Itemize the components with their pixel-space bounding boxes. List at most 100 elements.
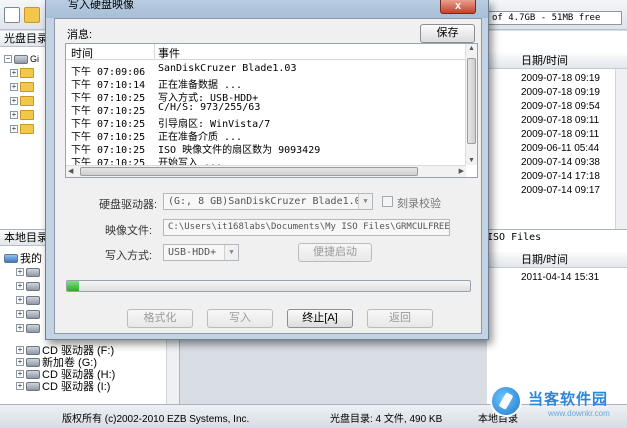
watermark-logo-icon — [490, 385, 522, 417]
drive-label: 硬盘驱动器: — [99, 199, 158, 211]
cd-drive-icon — [26, 369, 40, 379]
copyright-text: 版权所有 (c)2002-2010 EZB Systems, Inc. — [62, 414, 250, 425]
column-divider[interactable] — [154, 44, 155, 60]
tree-folder-row[interactable]: + — [10, 81, 34, 93]
tree-drive-row[interactable]: + — [16, 294, 40, 306]
collapse-icon[interactable]: − — [4, 55, 12, 63]
tree-folder-row[interactable]: + — [10, 95, 34, 107]
quick-boot-button[interactable]: 便捷启动 — [298, 243, 372, 262]
expand-icon[interactable]: + — [10, 111, 18, 119]
drive-select[interactable]: (G:, 8 GB)SanDiskCruzer Blade1.03 ▼ — [163, 193, 373, 210]
computer-icon — [4, 253, 18, 263]
new-file-icon[interactable] — [4, 7, 20, 23]
drive-icon — [26, 309, 40, 319]
open-folder-icon[interactable] — [24, 7, 40, 23]
verify-checkbox[interactable] — [382, 196, 393, 207]
expand-icon[interactable]: + — [16, 370, 24, 378]
file-date: 2009-06-11 05:44 — [521, 143, 600, 154]
format-button[interactable]: 格式化 — [127, 309, 193, 328]
expand-icon[interactable]: + — [10, 97, 18, 105]
chevron-down-icon[interactable]: ▼ — [358, 194, 372, 209]
tree-drive-row[interactable]: + — [16, 280, 40, 292]
log-row: 下午 07:10:25 写入方式: USB-HDD+ — [66, 89, 466, 104]
my-computer-row[interactable]: 我的 — [4, 252, 42, 265]
scroll-down-icon[interactable]: ▼ — [468, 157, 475, 164]
expand-icon[interactable]: + — [10, 125, 18, 133]
file-date: 2009-07-14 17:18 — [521, 171, 600, 182]
date-column-header[interactable]: 日期/时间 — [487, 53, 627, 69]
expand-icon[interactable]: + — [16, 296, 24, 304]
cd-drive-icon — [26, 381, 40, 391]
stop-button[interactable]: 终止[A] — [287, 309, 353, 328]
tree-root-row[interactable]: − Gi — [4, 53, 39, 65]
file-list-scrollbar[interactable] — [615, 69, 627, 229]
log-vertical-scroll-thumb[interactable] — [467, 58, 476, 144]
capacity-meter: of 4.7GB - 51MB free — [487, 11, 622, 25]
my-computer-label: 我的 — [20, 253, 42, 265]
file-date: 2009-07-18 09:19 — [521, 87, 600, 98]
watermark-url: www.downkr.com — [548, 409, 610, 418]
expand-icon[interactable]: + — [16, 324, 24, 332]
expand-icon[interactable]: + — [16, 346, 24, 354]
file-date: 2009-07-18 09:11 — [521, 129, 600, 140]
folder-icon — [20, 110, 34, 120]
drive-label: CD 驱动器 (I:) — [42, 381, 111, 393]
message-log: 时间 事件 下午 07:09:06 SanDiskCruzer Blade1.03… — [65, 43, 478, 178]
log-vertical-scrollbar[interactable]: ▲ ▼ — [465, 44, 477, 165]
local-file-list: 日期/时间 2011-04-14 15:31 — [487, 229, 627, 404]
tree-drive-row[interactable]: + — [16, 266, 40, 278]
expand-icon[interactable]: + — [10, 69, 18, 77]
scroll-right-icon[interactable]: ▶ — [459, 167, 464, 175]
cd-file-list: 日期/时间 2009-07-18 09:19 2009-07-18 09:19 … — [487, 31, 627, 229]
expand-icon[interactable]: + — [16, 382, 24, 390]
dialog-body: 消息: 保存 时间 事件 下午 07:09:06 SanDiskCruzer Bl… — [54, 18, 482, 334]
expand-icon[interactable]: + — [10, 83, 18, 91]
verify-label: 刻录校验 — [397, 198, 441, 210]
tree-drive-row[interactable]: + — [16, 322, 40, 334]
tree-folder-row[interactable]: + — [10, 109, 34, 121]
log-horizontal-scroll-thumb[interactable] — [80, 167, 418, 176]
drive-icon — [26, 295, 40, 305]
tree-folder-row[interactable]: + — [10, 67, 34, 79]
log-row: 下午 07:10:14 正在准备数据 ... — [66, 76, 466, 91]
scroll-up-icon[interactable]: ▲ — [468, 45, 475, 52]
watermark-text: 当客软件园 — [528, 391, 609, 408]
tree-drive-row[interactable]: + — [16, 308, 40, 320]
date-column-header[interactable]: 日期/时间 — [487, 252, 627, 268]
close-button[interactable]: x — [440, 0, 476, 14]
log-event: C/H/S: 973/255/63 — [158, 102, 261, 113]
expand-icon[interactable]: + — [16, 268, 24, 276]
time-column-header[interactable]: 时间 — [71, 45, 93, 61]
tree-drive-row[interactable]: + CD 驱动器 (I:) — [16, 380, 111, 393]
drive-icon — [26, 281, 40, 291]
log-header: 时间 事件 — [66, 44, 466, 60]
dialog-title: 写入硬盘映像 — [68, 0, 134, 11]
write-method-value: USB-HDD+ — [168, 247, 217, 258]
chevron-down-icon[interactable]: ▼ — [224, 245, 238, 260]
expand-icon[interactable]: + — [16, 310, 24, 318]
log-horizontal-scrollbar[interactable]: ◀ ▶ — [66, 165, 466, 177]
back-button[interactable]: 返回 — [367, 309, 433, 328]
expand-icon[interactable]: + — [16, 358, 24, 366]
drive-icon — [26, 323, 40, 333]
image-file-input[interactable]: C:\Users\it168labs\Documents\My ISO File… — [163, 219, 450, 236]
local-directory-header: 本地目录 — [0, 230, 46, 246]
folder-icon — [20, 124, 34, 134]
write-button[interactable]: 写入 — [207, 309, 273, 328]
drive-icon — [26, 267, 40, 277]
tree-root-label: Gi — [30, 54, 39, 64]
event-column-header[interactable]: 事件 — [158, 45, 180, 61]
local-path-label: ISO Files — [487, 232, 542, 243]
file-date: 2009-07-18 09:19 — [521, 73, 600, 84]
save-button[interactable]: 保存 — [420, 24, 475, 43]
log-row: 下午 07:10:25 ISO 映像文件的扇区数为 9093429 — [66, 141, 466, 156]
file-date: 2009-07-14 09:38 — [521, 157, 600, 168]
write-progress-bar — [66, 280, 471, 292]
scroll-left-icon[interactable]: ◀ — [68, 167, 73, 175]
tree-folder-row[interactable]: + — [10, 123, 34, 135]
write-method-label: 写入方式: — [105, 250, 153, 262]
dialog-titlebar[interactable]: 写入硬盘映像 x — [46, 0, 488, 18]
expand-icon[interactable]: + — [16, 282, 24, 290]
local-tree-scrollbar[interactable] — [166, 330, 179, 405]
write-method-select[interactable]: USB-HDD+ ▼ — [163, 244, 239, 261]
